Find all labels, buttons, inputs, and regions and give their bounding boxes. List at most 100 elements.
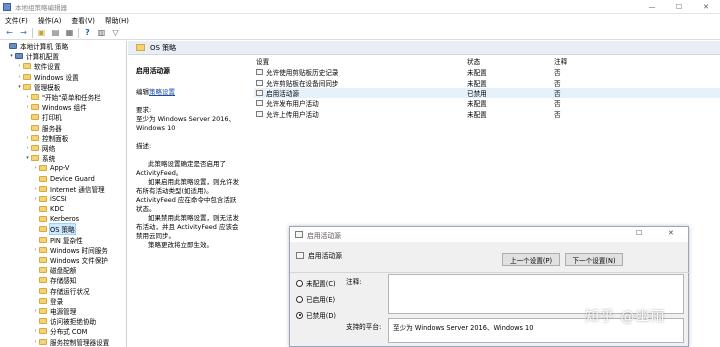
tree-expander-icon[interactable]: › bbox=[32, 339, 39, 345]
menu-help[interactable]: 帮助(H) bbox=[100, 15, 134, 25]
tree-item[interactable]: 磁盘配额 bbox=[0, 265, 126, 275]
dialog-close-button[interactable]: ✕ bbox=[668, 229, 674, 237]
previous-setting-button[interactable]: 上一个设置(P) bbox=[502, 253, 560, 266]
tree-item[interactable]: ▾ 管理模板 bbox=[0, 82, 126, 92]
column-setting[interactable]: 设置 bbox=[254, 56, 467, 66]
tree-item[interactable]: › Windows 组件 bbox=[0, 102, 126, 112]
supported-platforms-label: 支持的平台: bbox=[346, 323, 382, 331]
setting-cell: 允许上传用户活动 bbox=[254, 109, 467, 119]
tree-item[interactable]: › Internet 通信管理 bbox=[0, 184, 126, 194]
tree-item-label: App-V bbox=[50, 164, 70, 173]
tree-expander-icon[interactable]: › bbox=[16, 74, 23, 80]
tree-expander-icon[interactable]: ▾ bbox=[24, 155, 31, 161]
content-header-title: OS 策略 bbox=[150, 43, 177, 52]
close-button[interactable]: ✕ bbox=[694, 0, 718, 14]
folder-icon bbox=[39, 338, 47, 345]
tree-item[interactable]: Kerberos bbox=[0, 214, 126, 224]
tree-expander-icon[interactable]: › bbox=[32, 247, 39, 253]
tree-item[interactable]: › 服务控制管理器设置 bbox=[0, 336, 126, 347]
menu-view[interactable]: 查看(V) bbox=[66, 15, 100, 25]
minimize-button[interactable]: — bbox=[640, 0, 664, 14]
table-row[interactable]: 允许使用剪贴板历史记录 未配置 否 bbox=[254, 67, 720, 77]
dialog-subtitle: 启用活动源 bbox=[296, 250, 342, 260]
table-row[interactable]: 允许上传用户活动 未配置 否 bbox=[254, 109, 720, 119]
tree-item[interactable]: › 控制面板 bbox=[0, 133, 126, 143]
column-state[interactable]: 状态 bbox=[467, 56, 554, 66]
list-header: 设置 状态 注释 bbox=[254, 55, 720, 67]
description-paragraph: 此策略设置确定是否启用了 ActivityFeed。 bbox=[136, 160, 226, 177]
tree-expander-icon[interactable]: ▾ bbox=[16, 84, 23, 90]
tree-item[interactable]: ▾ 计算机配置 bbox=[0, 51, 126, 61]
tree-item[interactable]: 访问被拒绝协助 bbox=[0, 316, 126, 326]
tree-item[interactable]: 登录 bbox=[0, 296, 126, 306]
tree-item-label: 软件设置 bbox=[34, 63, 61, 72]
setting-cell: 允许发布用户活动 bbox=[254, 98, 467, 108]
radio-disabled[interactable]: 已禁用(D) bbox=[296, 310, 336, 320]
tree-item[interactable]: 服务器 bbox=[0, 123, 126, 133]
next-setting-button[interactable]: 下一个设置(N) bbox=[565, 253, 623, 266]
properties-icon[interactable]: ▥ bbox=[96, 28, 107, 38]
table-row[interactable]: 允许发布用户活动 未配置 否 bbox=[254, 98, 720, 108]
filter-icon[interactable]: ▽ bbox=[110, 28, 121, 38]
tree-item[interactable]: 本地计算机 策略 bbox=[0, 41, 126, 51]
tree-item[interactable]: 存储感知 bbox=[0, 275, 126, 285]
tree-item[interactable]: › 网络 bbox=[0, 143, 126, 153]
tree-item[interactable]: › 分布式 COM bbox=[0, 326, 126, 336]
tree-item[interactable]: Windows 文件保护 bbox=[0, 255, 126, 265]
tree-item-label: "开始"菜单和任务栏 bbox=[42, 94, 101, 103]
description-label: 描述: bbox=[136, 142, 152, 150]
tree-expander-icon[interactable]: › bbox=[24, 135, 31, 141]
up-folder-icon[interactable]: ▣ bbox=[36, 28, 47, 38]
requirements-block: 要求: 至少为 Windows Server 2016、Windows 10 bbox=[136, 106, 240, 133]
tree-item[interactable]: › Windows 时间服务 bbox=[0, 245, 126, 255]
back-icon[interactable]: ← bbox=[4, 28, 15, 38]
folder-icon bbox=[23, 73, 31, 80]
tree-expander-icon[interactable]: ▾ bbox=[8, 53, 15, 59]
folder-icon bbox=[31, 124, 39, 131]
tree-expander-icon[interactable]: › bbox=[32, 165, 39, 171]
tree-expander-icon[interactable]: › bbox=[24, 94, 31, 100]
tree-item[interactable]: › Windows 设置 bbox=[0, 72, 126, 82]
tree-item[interactable]: 打印机 bbox=[0, 112, 126, 122]
tree-expander-icon[interactable]: › bbox=[24, 104, 31, 110]
tree-item-label: 存储感知 bbox=[50, 277, 77, 286]
tree-expander-icon[interactable]: › bbox=[16, 63, 23, 69]
tree-item[interactable]: Device Guard bbox=[0, 173, 126, 183]
setting-name: 启用活动源 bbox=[266, 89, 299, 98]
content-header: OS 策略 bbox=[128, 41, 720, 55]
export-list-icon[interactable]: ▦ bbox=[64, 28, 75, 38]
tree-expander-icon[interactable]: › bbox=[32, 196, 39, 202]
tree-item[interactable]: › 电源管理 bbox=[0, 306, 126, 316]
tree-item-label: 打印机 bbox=[42, 114, 62, 123]
tree-item[interactable]: KDC bbox=[0, 204, 126, 214]
radio-icon bbox=[296, 295, 303, 303]
show-hide-tree-icon[interactable]: ▤ bbox=[50, 28, 61, 38]
help-icon[interactable]: ? bbox=[82, 28, 93, 38]
tree-item[interactable]: › 软件设置 bbox=[0, 61, 126, 71]
maximize-button[interactable]: ☐ bbox=[667, 0, 691, 14]
tree-item[interactable]: › "开始"菜单和任务栏 bbox=[0, 92, 126, 102]
radio-label: 已启用(E) bbox=[306, 296, 336, 304]
radio-not-configured[interactable]: 未配置(C) bbox=[296, 278, 336, 288]
tree-item[interactable]: ▾ 系统 bbox=[0, 153, 126, 163]
forward-icon[interactable]: → bbox=[18, 28, 29, 38]
tree-item[interactable]: OS 策略 bbox=[0, 223, 126, 236]
tree-item[interactable]: › App-V bbox=[0, 163, 126, 173]
edit-policy-link[interactable]: 策略设置 bbox=[149, 88, 175, 96]
tree-item-label: Internet 通信管理 bbox=[50, 185, 105, 194]
table-row[interactable]: 启用活动源 已禁用 否 bbox=[254, 87, 720, 99]
column-note[interactable]: 注释 bbox=[554, 56, 614, 66]
dialog-maximize-button[interactable]: ☐ bbox=[636, 229, 642, 237]
tree-expander-icon[interactable]: › bbox=[32, 308, 39, 314]
menu-file[interactable]: 文件(F) bbox=[0, 15, 33, 25]
radio-enabled[interactable]: 已启用(E) bbox=[296, 294, 335, 304]
tree-expander-icon[interactable]: › bbox=[32, 328, 39, 334]
menu-action[interactable]: 操作(A) bbox=[33, 15, 67, 25]
tree-expander-icon[interactable]: › bbox=[24, 145, 31, 151]
tree-item[interactable]: › iSCSI bbox=[0, 194, 126, 204]
tree-item[interactable]: 存储运行状况 bbox=[0, 286, 126, 296]
table-row[interactable]: 允许剪贴板在设备间同步 未配置 否 bbox=[254, 77, 720, 88]
tree-item[interactable]: PIN 复杂性 bbox=[0, 235, 126, 245]
setting-name: 允许使用剪贴板历史记录 bbox=[266, 69, 339, 78]
tree-expander-icon[interactable]: › bbox=[32, 186, 39, 192]
